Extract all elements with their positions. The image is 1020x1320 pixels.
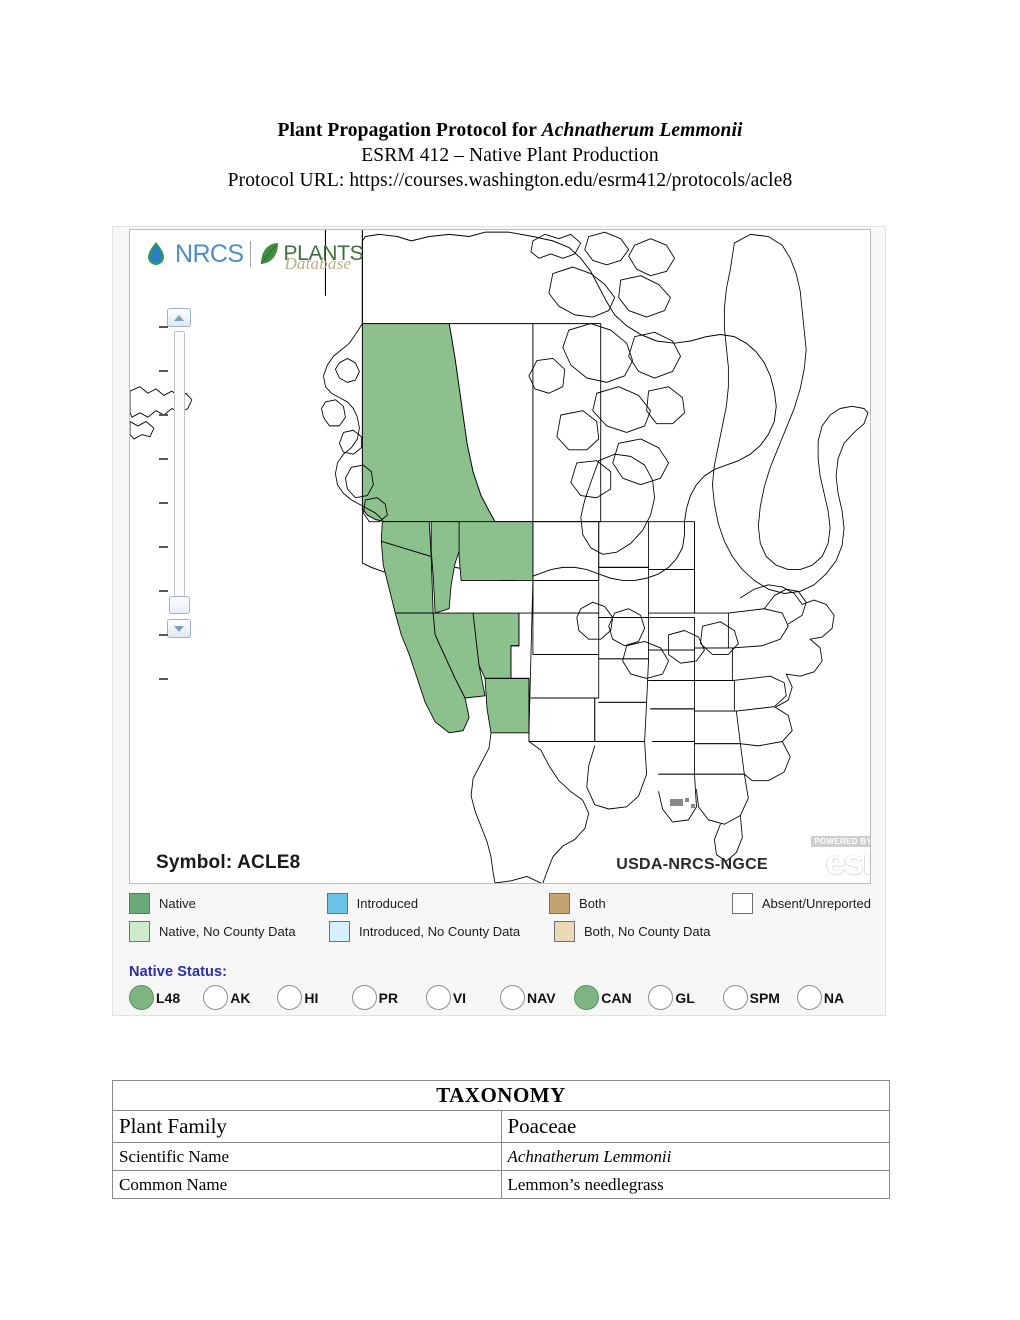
table-row: TAXONOMY [112,1080,890,1111]
native-status-section: Native Status: L48 AK HI PR VI NAV CAN G… [129,964,871,1010]
legend-label-native-no-county: Native, No County Data [159,924,296,939]
nrcs-drop-icon [148,242,164,265]
native-status-label: L48 [156,989,181,1006]
native-status-title: Native Status: [129,964,228,980]
distribution-map-panel: NRCS PLANTS Database Symbol: ACLE8 USDA-… [112,226,886,1016]
status-dot-icon [500,985,526,1010]
native-status-na[interactable]: NA [796,985,871,1010]
legend-swatch-native [129,893,150,914]
native-status-label: SPM [749,989,780,1006]
title-species: Achnatherum Lemmonii [541,120,743,141]
taxonomy-label-scientific-name: Scientific Name [112,1142,502,1171]
legend-item-native-no-county: Native, No County Data [129,921,329,942]
status-dot-icon [277,985,303,1010]
native-status-ak[interactable]: AK [203,985,277,1010]
chevron-up-icon [174,314,184,321]
native-status-label: GL [675,989,695,1006]
legend-swatch-both-no-county [554,921,575,942]
legend-swatch-introduced-no-county [329,921,350,942]
taxonomy-table: TAXONOMY Plant Family Poaceae Scientific… [112,1080,890,1199]
native-status-pr[interactable]: PR [351,985,426,1010]
native-status-label: NAV [527,989,556,1006]
status-dot-icon [425,985,451,1010]
legend-item-both-no-county: Both, No County Data [554,921,739,942]
table-row: Common Name Lemmon’s needlegrass [112,1170,890,1199]
native-status-label: VI [452,989,467,1006]
status-dot-icon [574,985,600,1010]
esri-logo: POWERED BY esri [776,836,870,882]
status-dot-icon [648,985,674,1010]
taxonomy-value-plant-family: Poaceae [500,1110,890,1143]
logo-divider [250,241,252,267]
taxonomy-title: TAXONOMY [112,1080,890,1111]
zoom-slider-thumb[interactable] [168,596,190,614]
chevron-down-icon [174,625,184,632]
native-status-spm[interactable]: SPM [722,985,797,1010]
zoom-slider-track[interactable] [168,331,190,614]
native-status-hi[interactable]: HI [277,985,351,1010]
status-dot-icon [351,985,377,1010]
legend-swatch-introduced [326,893,348,914]
legend-item-introduced-no-county: Introduced, No County Data [329,921,554,942]
legend-item-absent: Absent/Unreported [731,893,871,914]
native-status-label: NA [823,989,845,1006]
native-status-chips: L48 AK HI PR VI NAV CAN GL SPM NA [129,985,871,1010]
legend-row: Native, No County Data Introduced, No Co… [129,921,871,942]
legend-row: Native Introduced Both Absent/Unreported [129,893,871,914]
taxonomy-value-scientific-name: Achnatherum Lemmonii [500,1142,890,1171]
native-status-vi[interactable]: VI [425,985,500,1010]
legend-label-both-no-county: Both, No County Data [584,924,711,939]
native-status-nav[interactable]: NAV [500,985,574,1010]
native-status-can[interactable]: CAN [574,985,648,1010]
legend-item-native: Native [129,893,327,914]
native-status-label: CAN [601,989,632,1006]
database-wordmark: Database [284,254,352,273]
taxonomy-label-plant-family: Plant Family [112,1110,502,1143]
symbol-label: Symbol: ACLE8 [156,852,301,873]
legend-swatch-absent [731,893,753,914]
legend-label-absent: Absent/Unreported [761,896,871,911]
esri-wordmark: esri [825,843,870,882]
status-dot-icon [203,985,229,1010]
map-footer: Symbol: ACLE8 USDA-NRCS-NGCE POWERED BY … [146,830,870,883]
status-dot-icon [722,985,748,1010]
status-dot-icon [129,985,154,1010]
map-detail-overlay [130,230,869,883]
legend-swatch-both [549,893,571,914]
nrcs-wordmark: NRCS [175,239,244,268]
agency-label: USDA-NRCS-NGCE [616,856,768,873]
title-line-3: Protocol URL: https://courses.washington… [227,170,793,191]
document-header: Plant Propagation Protocol for Achnather… [0,118,1020,193]
zoom-out-button[interactable] [167,619,191,638]
zoom-level-ticks [159,326,168,722]
map-frame[interactable]: NRCS PLANTS Database Symbol: ACLE8 USDA-… [129,229,871,884]
map-scale-icon [670,798,695,808]
status-dot-icon [796,985,822,1010]
legend-item-both: Both [549,893,732,914]
taxonomy-value-common-name: Lemmon’s needlegrass [500,1170,890,1199]
title-line-2: ESRM 412 – Native Plant Production [361,145,659,166]
leaf-icon [261,243,279,265]
legend-label-introduced-no-county: Introduced, No County Data [359,924,521,939]
legend-swatch-native-no-county [129,921,150,942]
legend-label-both: Both [579,896,606,911]
taxonomy-label-common-name: Common Name [112,1170,502,1199]
title-line-1: Plant Propagation Protocol for Achnather… [0,118,1020,143]
table-row: Plant Family Poaceae [112,1110,890,1143]
title-prefix: Plant Propagation Protocol for [277,120,542,141]
native-status-label: PR [378,989,399,1006]
legend-label-introduced: Introduced [356,896,419,911]
native-status-l48[interactable]: L48 [129,985,203,1010]
native-status-label: AK [230,989,251,1006]
plants-logo-group: PLANTS Database [258,241,364,273]
zoom-in-button[interactable] [167,308,191,327]
table-row: Scientific Name Achnatherum Lemmonii [112,1142,890,1171]
map-legend: Native Introduced Both Absent/Unreported… [129,893,871,949]
legend-item-introduced: Introduced [326,893,549,914]
map-zoom-control[interactable] [166,308,192,638]
legend-label-native: Native [159,896,196,911]
nrcs-plants-logo: NRCS PLANTS Database [144,236,364,273]
native-status-label: HI [304,989,319,1006]
native-status-gl[interactable]: GL [648,985,722,1010]
